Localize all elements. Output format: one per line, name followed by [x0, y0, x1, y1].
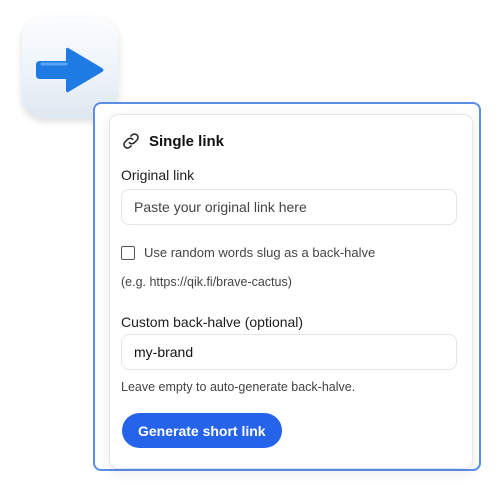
- card-title: Single link: [149, 132, 225, 150]
- right-arrow-icon: [36, 47, 104, 93]
- single-link-card: Single link Original link Use random wor…: [109, 114, 473, 469]
- link-icon: [121, 131, 141, 151]
- custom-back-halve-label: Custom back-halve (optional): [121, 314, 304, 330]
- custom-back-halve-hint: Leave empty to auto-generate back-halve.: [121, 380, 356, 394]
- single-link-panel: Single link Original link Use random wor…: [93, 102, 481, 471]
- card-header: Single link: [121, 131, 224, 151]
- random-slug-example: (e.g. https://qik.fi/brave-cactus): [121, 275, 292, 289]
- original-link-input[interactable]: [121, 189, 457, 225]
- random-slug-checkbox[interactable]: [121, 245, 135, 260]
- custom-back-halve-input[interactable]: [121, 334, 457, 370]
- generate-short-link-button[interactable]: Generate short link: [122, 413, 282, 448]
- random-slug-label: Use random words slug as a back-halve: [144, 245, 376, 260]
- original-link-label: Original link: [121, 167, 195, 183]
- random-slug-option[interactable]: Use random words slug as a back-halve: [121, 245, 375, 260]
